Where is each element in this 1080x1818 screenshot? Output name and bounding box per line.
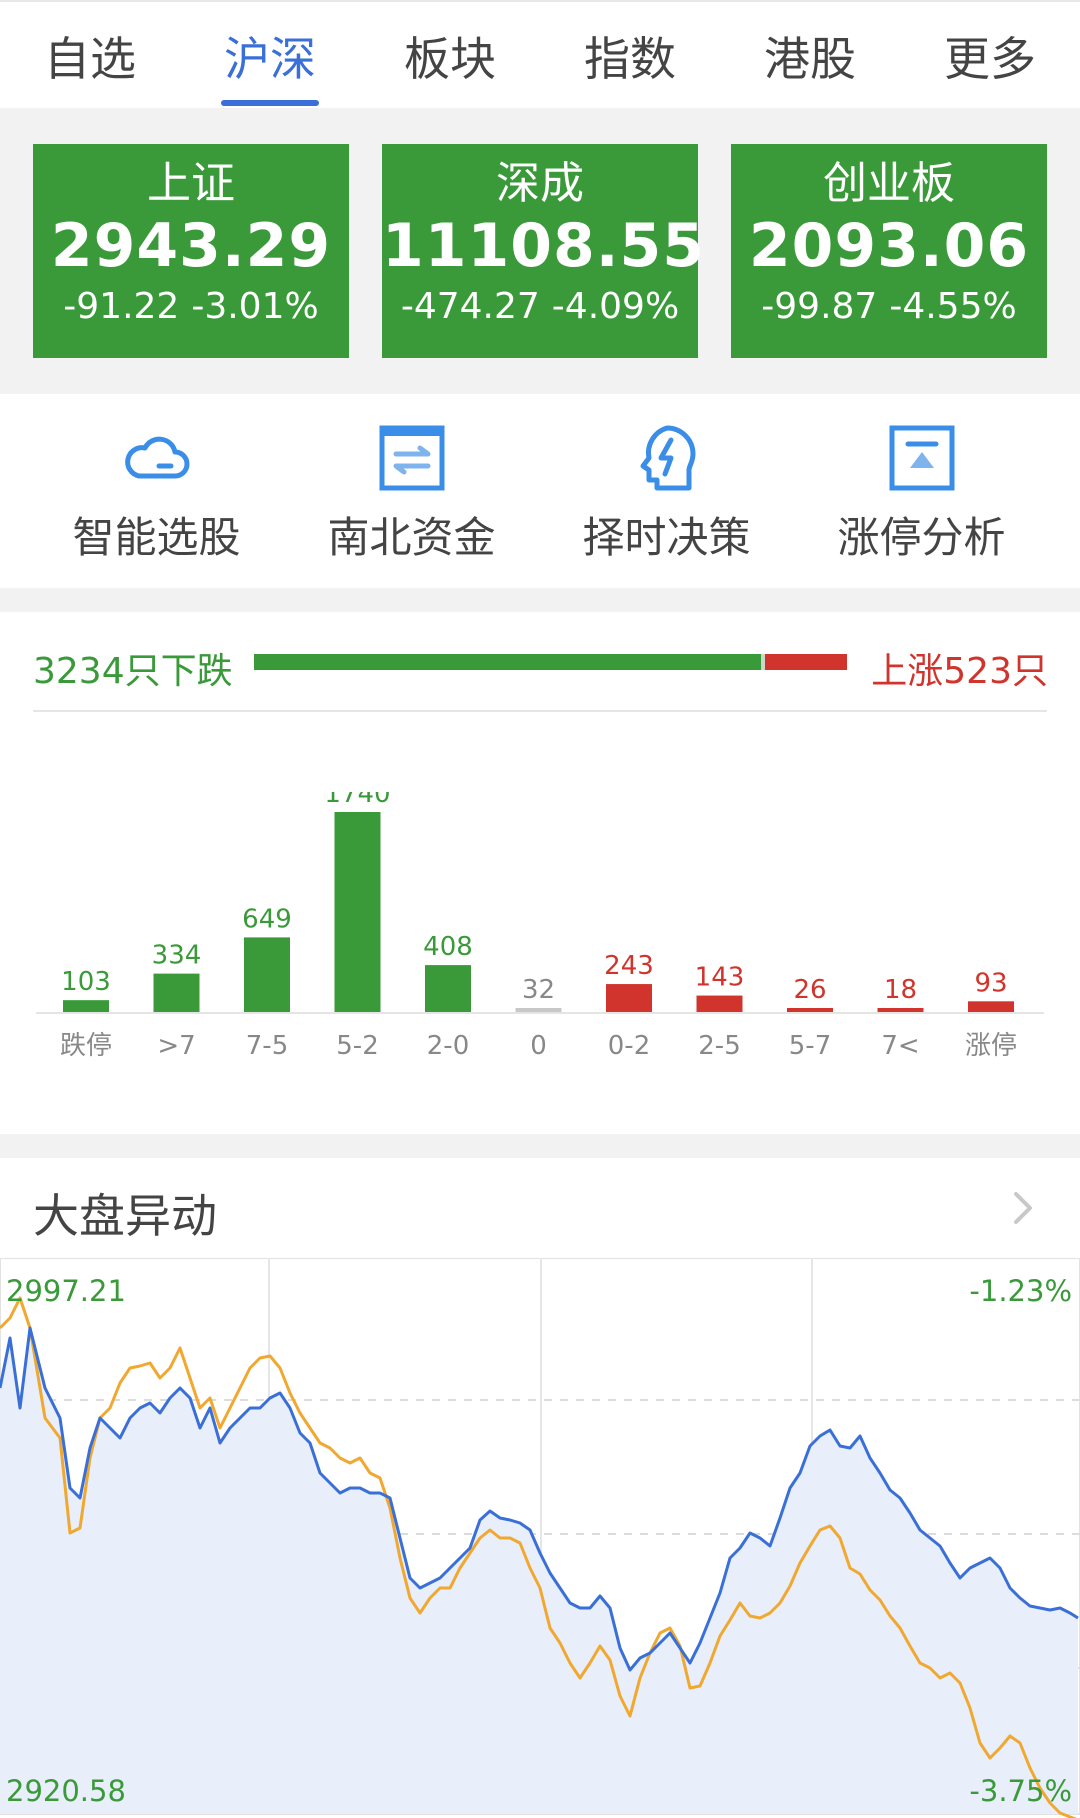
- index-card-shenzhen[interactable]: 深成 11108.55 -474.27 -4.09%: [382, 144, 706, 358]
- bar-category-label: 5-2: [336, 1031, 378, 1061]
- distribution-bar: [877, 1008, 924, 1012]
- bar-value-label: 408: [423, 932, 473, 962]
- index-value: 2093.06: [748, 211, 1030, 281]
- index-change-points: -99.87: [761, 286, 878, 327]
- index-value: 11108.55: [382, 211, 706, 281]
- distribution-bar: [63, 1000, 109, 1012]
- index-value: 2943.29: [50, 211, 332, 281]
- market-breadth-panel: 3234只下跌 上涨523只 103 跌停 334 >7 649 7-5 1740 5-2 40…: [0, 612, 1080, 1134]
- market-movers-header[interactable]: 大盘异动: [0, 1158, 1080, 1258]
- limit-up-icon: [889, 425, 954, 491]
- tool-north-south-funds[interactable]: 南北资金: [284, 394, 539, 588]
- bar-value-label: 334: [152, 941, 202, 971]
- distribution-bar: [244, 937, 290, 1012]
- tab-more[interactable]: 更多: [900, 2, 1080, 110]
- bar-value-label: 26: [793, 975, 826, 1005]
- market-movers-title: 大盘异动: [33, 1189, 217, 1243]
- distribution-bar: [968, 1001, 1014, 1012]
- declining-count-label: 3234只下跌: [33, 651, 233, 692]
- index-name: 上证: [147, 158, 235, 209]
- bar-category-label: 2-0: [427, 1031, 469, 1061]
- tool-shortcuts: 智能选股 南北资金 择时决策 涨停分析: [0, 394, 1080, 588]
- distribution-bar: [425, 965, 471, 1012]
- bar-value-label: 32: [522, 975, 555, 1005]
- price-max-label: 2997.21: [6, 1274, 126, 1308]
- bar-category-label: 2-5: [698, 1031, 740, 1061]
- cloud-icon: [124, 436, 189, 479]
- bar-value-label: 143: [695, 963, 745, 993]
- index-change: -474.27 -4.09%: [382, 282, 698, 332]
- bar-category-label: >7: [157, 1031, 195, 1061]
- bar-category-label: 0-2: [608, 1031, 650, 1061]
- advancing-count-label: 上涨523只: [871, 651, 1048, 692]
- tool-label: 涨停分析: [837, 513, 1006, 562]
- change-distribution-chart[interactable]: 103 跌停 334 >7 649 7-5 1740 5-2 408 2-0 32 0 243 0-2 14…: [0, 792, 1080, 1092]
- tool-smart-stock-picker[interactable]: 智能选股: [29, 394, 284, 588]
- brain-lightning-icon: [640, 425, 695, 491]
- distribution-bar: [153, 973, 200, 1012]
- index-change-points: -91.22: [63, 286, 180, 327]
- bar-category-label: 涨停: [965, 1031, 1017, 1061]
- ratio-bar-advancing: [765, 654, 847, 670]
- tool-timing-decision[interactable]: 择时决策: [539, 394, 794, 588]
- tool-label: 智能选股: [72, 513, 241, 562]
- bar-value-label: 649: [242, 904, 292, 934]
- section-divider: [0, 1134, 1080, 1158]
- percent-max-label: -1.23%: [969, 1274, 1072, 1308]
- index-name: 深成: [496, 158, 584, 209]
- index-change-percent: -4.09%: [551, 286, 680, 327]
- market-tab-bar: 自选 沪深 板块 指数 港股 更多: [0, 0, 1080, 110]
- bar-category-label: 0: [530, 1031, 547, 1061]
- index-card-shanghai[interactable]: 上证 2943.29 -91.22 -3.01%: [33, 144, 349, 358]
- transfer-icon: [379, 425, 444, 491]
- percent-min-label: -3.75%: [969, 1774, 1072, 1808]
- price-min-label: 2920.58: [6, 1774, 126, 1808]
- bar-category-label: 跌停: [60, 1031, 112, 1061]
- divider: [33, 710, 1047, 712]
- section-divider: [0, 588, 1080, 612]
- tab-indices[interactable]: 指数: [540, 2, 720, 110]
- tab-watchlist[interactable]: 自选: [0, 2, 180, 110]
- index-change-percent: -3.01%: [191, 286, 319, 327]
- distribution-bar: [606, 984, 652, 1012]
- chevron-right-icon[interactable]: [1002, 1188, 1042, 1228]
- index-change-percent: -4.55%: [889, 286, 1017, 327]
- distribution-bar: [787, 1008, 833, 1012]
- bar-value-label: 18: [884, 975, 917, 1005]
- bar-value-label: 1740: [324, 792, 390, 809]
- tab-sectors[interactable]: 板块: [360, 2, 540, 110]
- tool-label: 南北资金: [327, 513, 496, 562]
- intraday-chart[interactable]: [0, 1258, 1080, 1818]
- advance-decline-ratio-bar: [254, 654, 847, 670]
- ratio-bar-declining: [254, 654, 761, 670]
- intraday-chart-panel[interactable]: 2997.21 -1.23% 2920.58 -3.75%: [0, 1258, 1080, 1818]
- tool-limit-up-analysis[interactable]: 涨停分析: [794, 394, 1049, 588]
- index-change-points: -474.27: [400, 286, 540, 327]
- index-change: -99.87 -4.55%: [731, 282, 1047, 332]
- index-card-chinext[interactable]: 创业板 2093.06 -99.87 -4.55%: [731, 144, 1047, 358]
- tab-shanghai-shenzhen[interactable]: 沪深: [180, 2, 360, 110]
- bar-category-label: 7-5: [246, 1031, 288, 1061]
- tab-hong-kong[interactable]: 港股: [720, 2, 900, 110]
- tool-label: 择时决策: [582, 513, 751, 562]
- bar-category-label: 7<: [881, 1031, 919, 1061]
- distribution-bar: [696, 995, 743, 1012]
- distribution-bar: [334, 812, 381, 1012]
- index-cards: 上证 2943.29 -91.22 -3.01% 深成 11108.55 -474…: [0, 108, 1080, 394]
- index-change: -91.22 -3.01%: [33, 282, 349, 332]
- bar-value-label: 243: [604, 951, 654, 981]
- distribution-bar: [515, 1008, 562, 1012]
- index-name: 创业板: [823, 158, 955, 209]
- bar-value-label: 103: [61, 967, 111, 997]
- bar-category-label: 5-7: [789, 1031, 831, 1061]
- bar-value-label: 93: [974, 968, 1007, 998]
